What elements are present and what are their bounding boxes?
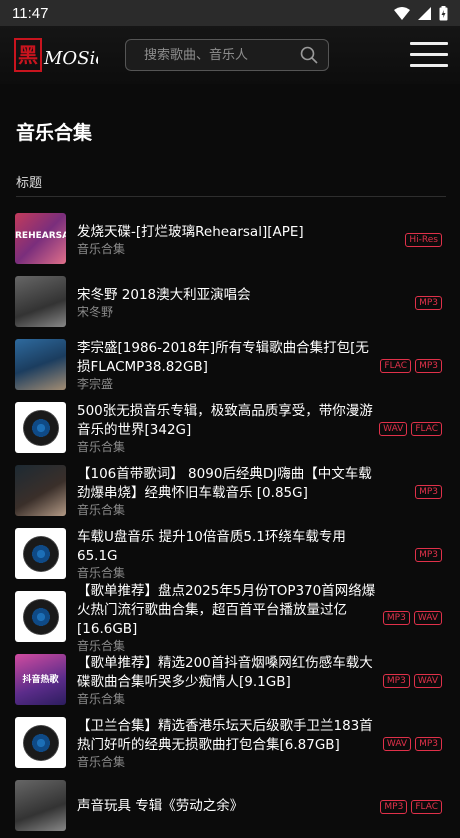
- item-info: 车载U盘音乐 提升10倍音质5.1环绕车载专用 65.1G 音乐合集: [77, 523, 377, 586]
- format-tags: MP3 FLAC: [380, 775, 442, 838]
- item-title[interactable]: 【歌单推荐】盘点2025年5月份TOP370首网络爆火热门流行歌曲合集，超百首平…: [77, 582, 377, 639]
- menu-icon[interactable]: [410, 42, 448, 68]
- item-subtitle: 音乐合集: [77, 566, 126, 580]
- item-info: 李宗盛[1986-2018年]所有专辑歌曲合集打包[无损FLACMP38.82G…: [77, 334, 377, 397]
- item-title[interactable]: 【歌单推荐】精选200首抖音烟嗓网红伤感车载大碟歌曲合集听哭多少痴情人[9.1G…: [77, 654, 377, 692]
- item-info: 声音玩具 专辑《劳动之余》: [77, 775, 377, 838]
- item-title[interactable]: 【106首带歌词】 8090后经典DJ嗨曲【中文车载劲爆串烧】经典怀旧车载音乐 …: [77, 465, 377, 503]
- format-badge: FLAC: [380, 358, 412, 373]
- item-title[interactable]: 【卫兰合集】精选香港乐坛天后级歌手卫兰183首热门好听的经典无损歌曲打包合集[6…: [77, 717, 377, 755]
- item-subtitle: 音乐合集: [77, 241, 126, 256]
- format-badge: MP3: [415, 484, 442, 499]
- format-badge: WAV: [382, 736, 412, 751]
- album-cover: [15, 780, 66, 831]
- format-tags: MP3: [415, 523, 442, 586]
- wifi-icon: [394, 6, 410, 20]
- battery-icon: [439, 5, 448, 20]
- album-cover: [15, 591, 66, 642]
- format-tags: WAV FLAC: [379, 397, 442, 460]
- format-tags: MP3 WAV: [382, 649, 442, 712]
- item-info: 500张无损音乐专辑，极致高品质享受，带你漫游音乐的世界[342G] 音乐合集: [77, 397, 377, 460]
- list-item[interactable]: 【卫兰合集】精选香港乐坛天后级歌手卫兰183首热门好听的经典无损歌曲打包合集[6…: [0, 712, 460, 775]
- svg-text:MOSic: MOSic: [43, 48, 98, 69]
- format-tags: Hi-Res: [405, 208, 442, 271]
- logo-icon: 黑 MOSic: [14, 38, 105, 72]
- item-info: 【106首带歌词】 8090后经典DJ嗨曲【中文车载劲爆串烧】经典怀旧车载音乐 …: [77, 460, 377, 523]
- page-title: 音乐合集: [16, 122, 93, 144]
- svg-text:黑: 黑: [18, 43, 38, 67]
- album-cover: 抖音热歌: [15, 654, 66, 705]
- format-badge: WAV: [379, 421, 408, 436]
- album-cover: [15, 528, 66, 579]
- format-badge: FLAC: [411, 799, 442, 814]
- format-tags: FLAC MP3: [380, 334, 442, 397]
- format-badge: MP3: [415, 358, 442, 373]
- format-badge: WAV: [413, 673, 442, 688]
- format-tags: MP3: [415, 460, 442, 523]
- format-badge: WAV: [413, 610, 442, 625]
- app-header: 黑 MOSic: [0, 26, 460, 84]
- item-subtitle: 音乐合集: [77, 692, 126, 706]
- format-badge: MP3: [382, 673, 410, 688]
- list-item[interactable]: 500张无损音乐专辑，极致高品质享受，带你漫游音乐的世界[342G] 音乐合集 WA…: [0, 397, 460, 460]
- item-title[interactable]: 李宗盛[1986-2018年]所有专辑歌曲合集打包[无损FLACMP38.82G…: [77, 339, 377, 377]
- item-subtitle: 音乐合集: [77, 503, 126, 517]
- list-item[interactable]: 【106首带歌词】 8090后经典DJ嗨曲【中文车载劲爆串烧】经典怀旧车载音乐 …: [0, 460, 460, 523]
- cover-text: REHEARSAL: [15, 231, 66, 241]
- album-cover: [15, 402, 66, 453]
- signal-icon: [418, 6, 431, 20]
- album-cover: [15, 276, 66, 327]
- item-title[interactable]: 宋冬野 2018澳大利亚演唱会: [77, 286, 377, 305]
- collection-list: REHEARSAL发烧天碟-[打烂玻璃Rehearsal][APE]音乐合集Hi…: [0, 208, 460, 838]
- album-cover: [15, 465, 66, 516]
- list-item[interactable]: 【歌单推荐】盘点2025年5月份TOP370首网络爆火热门流行歌曲合集，超百首平…: [0, 583, 460, 653]
- item-title[interactable]: 500张无损音乐专辑，极致高品质享受，带你漫游音乐的世界[342G]: [77, 402, 377, 440]
- format-badge: MP3: [382, 610, 410, 625]
- divider: [16, 196, 446, 197]
- format-badge: MP3: [415, 547, 442, 562]
- status-bar: 11:47: [0, 0, 460, 26]
- item-subtitle: 音乐合集: [77, 440, 126, 454]
- cover-text: 抖音热歌: [22, 675, 59, 685]
- album-cover: [15, 717, 66, 768]
- vinyl-disc-icon: [22, 535, 59, 572]
- item-subtitle: 李宗盛: [77, 377, 114, 391]
- format-badge: Hi-Res: [405, 232, 442, 247]
- format-badge: MP3: [380, 799, 408, 814]
- list-item[interactable]: 声音玩具 专辑《劳动之余》 MP3 FLAC: [0, 775, 460, 838]
- format-badge: MP3: [415, 736, 442, 751]
- item-title[interactable]: 声音玩具 专辑《劳动之余》: [77, 797, 377, 816]
- album-cover: REHEARSAL: [15, 213, 66, 264]
- app-logo[interactable]: 黑 MOSic: [14, 38, 105, 74]
- format-tags: MP3: [415, 271, 442, 334]
- item-subtitle: 宋冬野: [77, 304, 114, 319]
- item-info: 【歌单推荐】精选200首抖音烟嗓网红伤感车载大碟歌曲合集听哭多少痴情人[9.1G…: [77, 649, 377, 712]
- format-badge: MP3: [415, 295, 442, 310]
- column-header-title: 标题: [16, 176, 43, 191]
- format-tags: MP3 WAV: [382, 586, 442, 649]
- search-icon[interactable]: [300, 46, 318, 64]
- status-time: 11:47: [12, 4, 49, 22]
- list-item[interactable]: 车载U盘音乐 提升10倍音质5.1环绕车载专用 65.1G 音乐合集 MP3: [0, 523, 460, 586]
- list-item[interactable]: 抖音热歌 【歌单推荐】精选200首抖音烟嗓网红伤感车载大碟歌曲合集听哭多少痴情人[…: [0, 649, 460, 712]
- list-item[interactable]: REHEARSAL 发烧天碟-[打烂玻璃Rehearsal][APE]音乐合集 Hi…: [0, 208, 460, 271]
- item-subtitle: 音乐合集: [77, 755, 126, 769]
- item-info: 宋冬野 2018澳大利亚演唱会 宋冬野: [77, 271, 377, 334]
- format-badge: FLAC: [411, 421, 442, 436]
- format-tags: WAV MP3: [382, 712, 442, 775]
- list-item[interactable]: 李宗盛[1986-2018年]所有专辑歌曲合集打包[无损FLACMP38.82G…: [0, 334, 460, 397]
- item-title[interactable]: 车载U盘音乐 提升10倍音质5.1环绕车载专用 65.1G: [77, 528, 377, 566]
- album-cover: [15, 339, 66, 390]
- vinyl-disc-icon: [22, 409, 59, 446]
- vinyl-disc-icon: [22, 598, 59, 635]
- vinyl-disc-icon: [22, 724, 59, 761]
- item-info: 【歌单推荐】盘点2025年5月份TOP370首网络爆火热门流行歌曲合集，超百首平…: [77, 583, 377, 653]
- item-info: 发烧天碟-[打烂玻璃Rehearsal][APE] 音乐合集: [77, 208, 377, 271]
- item-info: 【卫兰合集】精选香港乐坛天后级歌手卫兰183首热门好听的经典无损歌曲打包合集[6…: [77, 712, 377, 775]
- status-icons: [394, 5, 448, 21]
- search-input[interactable]: [142, 46, 300, 64]
- search-box[interactable]: [125, 39, 329, 71]
- list-item[interactable]: 宋冬野 2018澳大利亚演唱会 宋冬野 MP3: [0, 271, 460, 334]
- item-title[interactable]: 发烧天碟-[打烂玻璃Rehearsal][APE]: [77, 223, 377, 242]
